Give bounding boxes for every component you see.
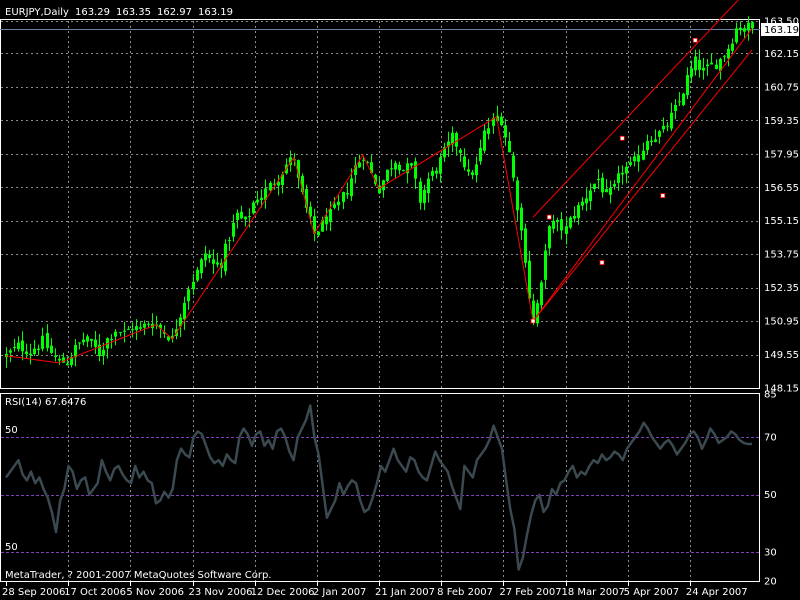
time-tick-label: 5 Apr 2007 bbox=[624, 587, 679, 598]
price-tick-label: 152.35 bbox=[764, 283, 799, 294]
time-tick-label: 21 Jan 2007 bbox=[375, 587, 435, 598]
time-tick-label: 12 Dec 2006 bbox=[251, 587, 315, 598]
rsi-axis-labels: 85 70 50 30 20 bbox=[764, 390, 777, 588]
price-tick-label: 159.35 bbox=[764, 116, 799, 127]
time-tick-label: 24 Apr 2007 bbox=[686, 587, 748, 598]
channel-pivot bbox=[619, 135, 625, 141]
price-tick-label: 162.15 bbox=[764, 49, 799, 60]
open-value: 163.29 bbox=[75, 7, 110, 18]
rsi-left-label: 50 bbox=[5, 425, 18, 436]
rsi-tick-label: 30 bbox=[764, 548, 777, 559]
rsi-tick-label: 20 bbox=[764, 577, 777, 588]
channel-pivot bbox=[692, 37, 698, 43]
channel-pivot bbox=[530, 318, 536, 324]
time-tick-label: 17 Oct 2006 bbox=[64, 587, 126, 598]
channel-line-lower bbox=[532, 49, 753, 322]
timeframe-label: Daily bbox=[44, 7, 69, 18]
current-price-value: 163.19 bbox=[764, 25, 799, 36]
rsi-tick-label: 85 bbox=[764, 390, 777, 401]
price-tick-label: 160.75 bbox=[764, 82, 799, 93]
time-tick-label: 5 Nov 2006 bbox=[126, 587, 184, 598]
metatrader-chart-window: 163.50 162.15 160.75 159.35 157.95 156.55 155.… bbox=[0, 0, 800, 600]
candlestick-series bbox=[5, 16, 754, 368]
low-value: 162.97 bbox=[157, 7, 192, 18]
close-value: 163.19 bbox=[198, 7, 233, 18]
time-tick-label: 8 Feb 2007 bbox=[437, 587, 493, 598]
price-axis-labels: 163.50162.15160.75159.35157.95156.55155.… bbox=[764, 17, 799, 395]
rsi-tick-label: 70 bbox=[764, 433, 777, 444]
time-tick-label: 18 Mar 2007 bbox=[562, 587, 625, 598]
channel-pivot bbox=[546, 214, 552, 220]
rsi-grid bbox=[68, 395, 691, 581]
price-tick-label: 155.15 bbox=[764, 216, 799, 227]
channel-line-upper bbox=[532, 0, 739, 218]
copyright-text: MetaTrader, ? 2001-2007 MetaQuotes Softw… bbox=[5, 570, 271, 581]
channel-pivot bbox=[660, 193, 666, 199]
time-tick-label: 23 Nov 2006 bbox=[189, 587, 253, 598]
symbol-label: EURJPY bbox=[5, 7, 41, 18]
rsi-title: RSI(14) 67.6476 bbox=[5, 397, 86, 408]
rsi-left-label: 50 bbox=[5, 542, 18, 553]
chart-canvas: 163.50162.15160.75159.35157.95156.55155.… bbox=[0, 0, 799, 598]
time-tick-label: 27 Feb 2007 bbox=[499, 587, 561, 598]
time-tick-label: 2 Jan 2007 bbox=[313, 587, 367, 598]
rsi-left-level-labels: 50 50 bbox=[5, 425, 18, 553]
high-value: 163.35 bbox=[116, 7, 151, 18]
price-tick-label: 156.55 bbox=[764, 183, 799, 194]
price-tick-label: 149.55 bbox=[764, 350, 799, 361]
time-tick-label: 28 Sep 2006 bbox=[2, 587, 65, 598]
price-channel bbox=[532, 0, 753, 322]
price-tick-label: 157.95 bbox=[764, 149, 799, 160]
price-tick-label: 153.75 bbox=[764, 250, 799, 261]
channel-pivot bbox=[599, 260, 605, 265]
time-axis-labels: 28 Sep 200617 Oct 2006 5 Nov 2006 23 Nov 2… bbox=[2, 582, 748, 598]
rsi-tick-label: 50 bbox=[764, 490, 777, 501]
price-tick-label: 150.95 bbox=[764, 317, 799, 328]
